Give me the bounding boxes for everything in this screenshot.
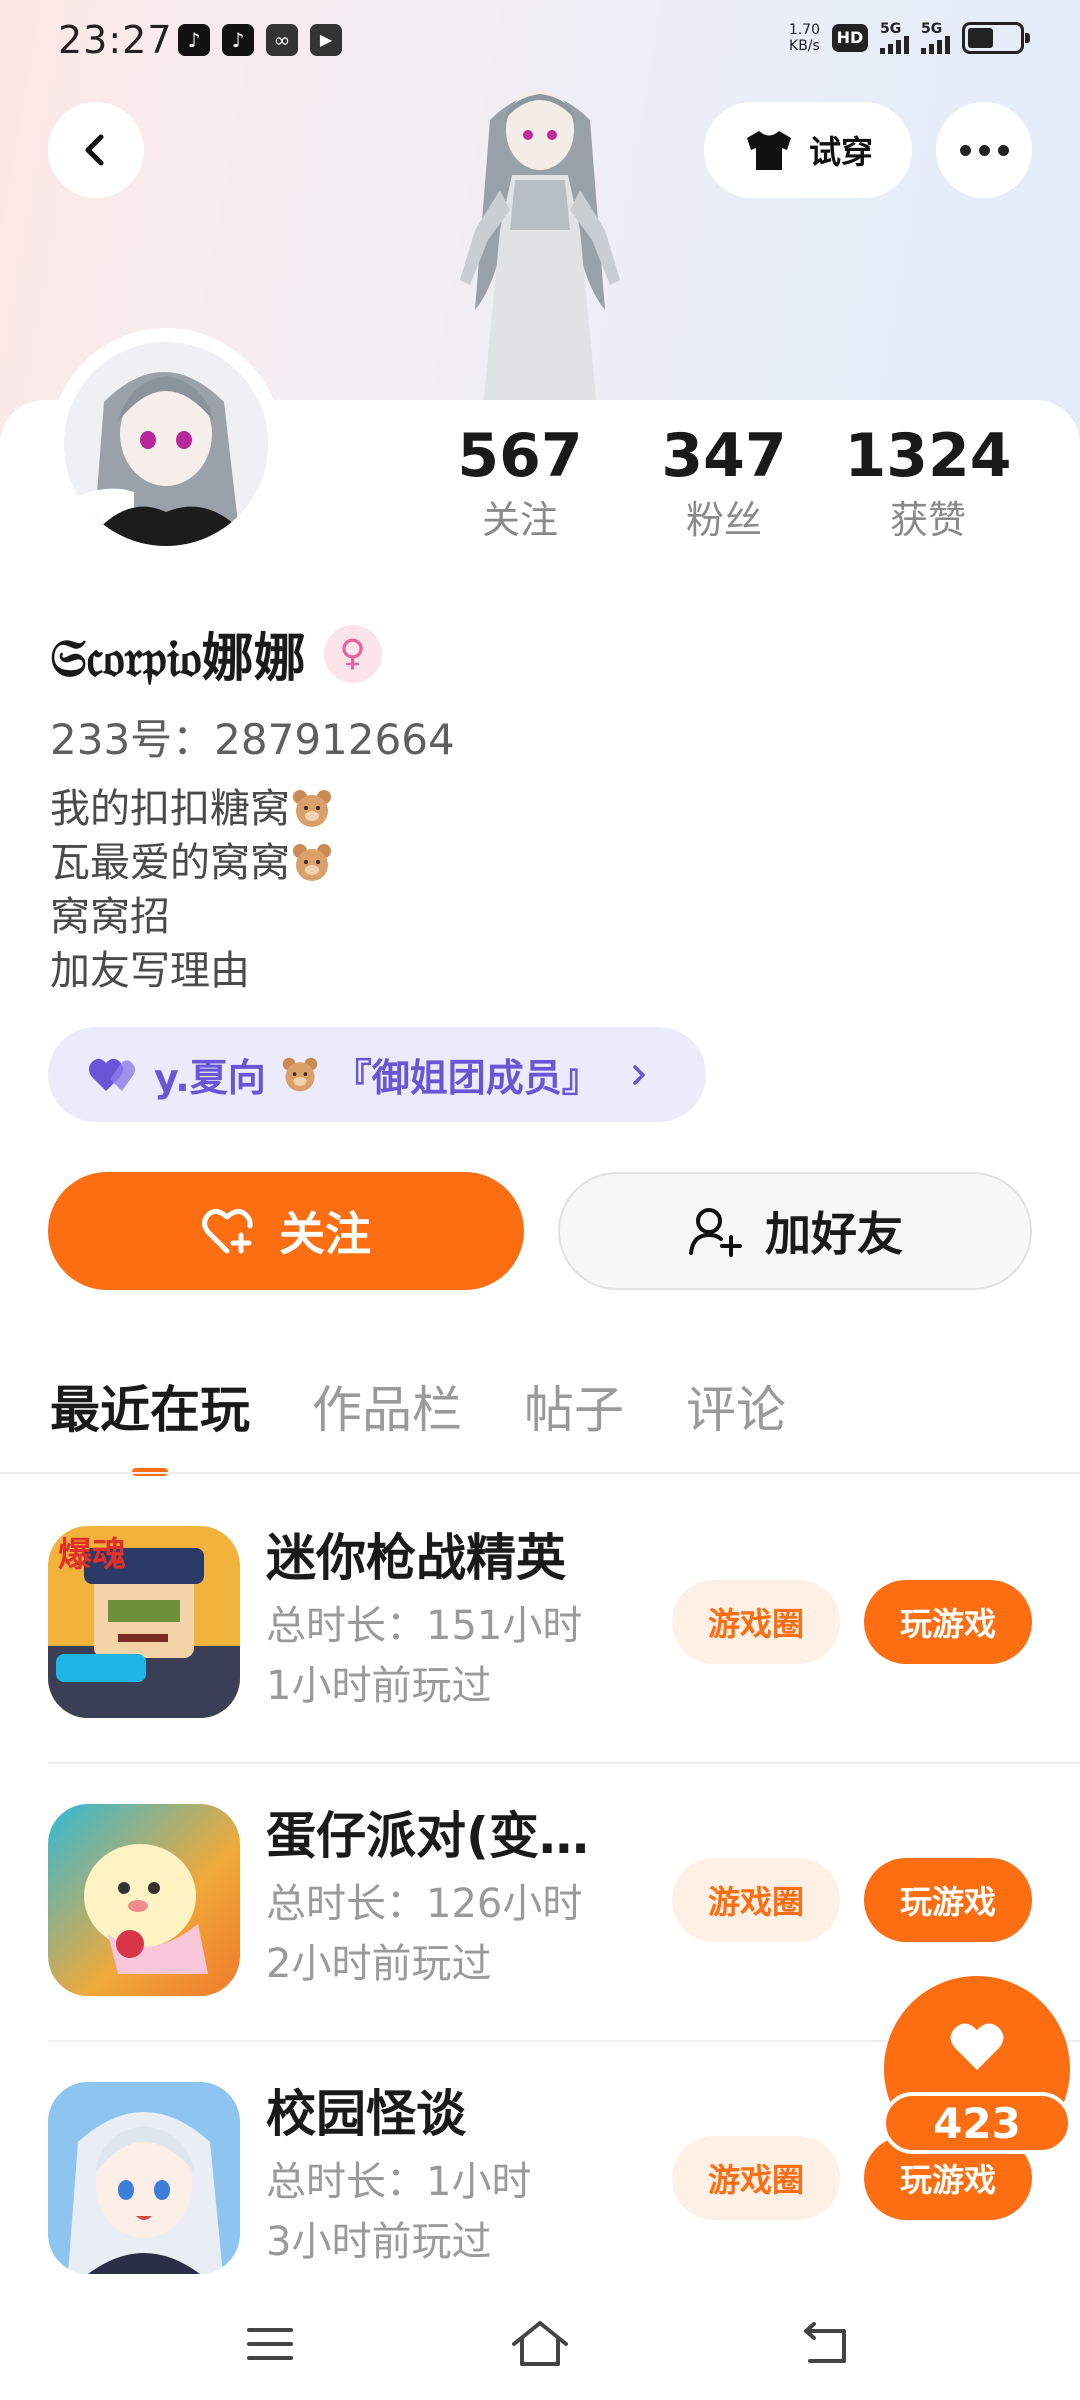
heart-plus-icon	[202, 1209, 253, 1254]
bio-line: 瓦最爱的窝窝	[50, 836, 334, 890]
play-icon: ▶	[310, 24, 342, 56]
bear-emoji-icon	[293, 790, 331, 827]
try-on-button[interactable]: 试穿	[704, 102, 912, 198]
user-id: 233号：287912664	[50, 715, 455, 764]
game-icon	[48, 1804, 240, 1996]
home-icon	[512, 2321, 568, 2366]
soul-icon: ∞	[266, 24, 298, 56]
game-row[interactable]: 爆魂 迷你枪战精英 总时长：151小时 1小时前玩过 游戏圈 玩游戏	[48, 1526, 1032, 1722]
stat-likes[interactable]: 1324 获赞	[826, 420, 1030, 548]
signal-icon-sim1: 5G	[880, 22, 909, 54]
bio: 我的扣扣糖窝 瓦最爱的窝窝 窝窝招 加友写理由	[50, 782, 334, 998]
back-nav-button[interactable]	[796, 2314, 856, 2374]
like-count: 423	[882, 2092, 1072, 2154]
game-icon: 爆魂	[48, 1526, 240, 1718]
tab-comments[interactable]: 评论	[686, 1370, 786, 1450]
game-icon-badge: 爆魂	[58, 1535, 126, 1575]
back-icon	[804, 2322, 846, 2363]
bio-line: 加友写理由	[50, 948, 250, 994]
game-total-time: 总时长：126小时	[266, 1881, 583, 1927]
game-circle-button[interactable]: 游戏圈	[672, 1580, 840, 1664]
heart-icon	[89, 1058, 135, 1091]
stat-following[interactable]: 567 关注	[418, 420, 622, 548]
hd-icon: HD	[832, 24, 868, 52]
group-tag-prefix: y.夏向	[154, 1056, 266, 1100]
avatar-image	[64, 342, 268, 546]
tab-posts[interactable]: 帖子	[524, 1370, 624, 1450]
back-button[interactable]	[48, 102, 144, 198]
game-total-time: 总时长：1小时	[266, 2159, 532, 2205]
game-name: 迷你枪战精英	[266, 1529, 566, 1587]
stat-followers[interactable]: 347 粉丝	[622, 420, 826, 548]
game-name: 蛋仔派对(变…	[266, 1807, 589, 1865]
try-on-label: 试穿	[808, 133, 873, 171]
profile-stats: 567 关注 347 粉丝 1324 获赞	[418, 420, 1030, 548]
chevron-left-icon	[85, 134, 104, 166]
more-dots-icon	[959, 144, 1009, 156]
game-icon	[48, 2082, 240, 2274]
net-speed: 1.70 KB/s	[788, 22, 820, 54]
play-game-button[interactable]: 玩游戏	[864, 1580, 1032, 1664]
game-total-time: 总时长：151小时	[266, 1603, 583, 1649]
battery-icon	[962, 22, 1030, 54]
bio-line: 窝窝招	[50, 894, 170, 940]
status-bar: 23:27 ♪ ♪ ∞ ▶ 1.70 KB/s HD 5G 5G	[0, 0, 1080, 84]
add-user-icon	[689, 1208, 742, 1257]
add-friend-button[interactable]: 加好友	[558, 1172, 1032, 1290]
tiktok-icon: ♪	[222, 24, 254, 56]
game-row[interactable]: 蛋仔派对(变… 总时长：126小时 2小时前玩过 游戏圈 玩游戏	[48, 1804, 1032, 2000]
signal-icon-sim2: 5G	[921, 22, 950, 54]
game-last-played: 2小时前玩过	[266, 1941, 492, 1987]
more-button[interactable]	[936, 102, 1032, 198]
username-row: 𝔖𝔠𝔬𝔯𝔭𝔦𝔬娜娜 ♀	[50, 616, 382, 691]
bio-line: 我的扣扣糖窝	[50, 782, 334, 836]
follow-label: 关注	[279, 1207, 371, 1261]
menu-icon	[247, 2328, 293, 2360]
avatar-3d-character	[460, 90, 620, 440]
chevron-right-icon	[632, 1064, 645, 1085]
profile-tabs: 最近在玩 作品栏 帖子 评论	[50, 1370, 786, 1476]
home-button[interactable]	[510, 2314, 570, 2374]
system-nav-bar	[0, 2290, 1080, 2400]
profile-screen: 23:27 ♪ ♪ ∞ ▶ 1.70 KB/s HD 5G 5G 试穿 567 …	[0, 0, 1080, 2400]
avatar[interactable]	[50, 328, 282, 560]
bear-emoji-icon	[282, 1057, 317, 1091]
status-time: 23:27	[58, 18, 173, 62]
tab-works[interactable]: 作品栏	[312, 1370, 462, 1450]
menu-button[interactable]	[240, 2314, 300, 2374]
follow-button[interactable]: 关注	[48, 1172, 524, 1290]
group-tag-title: 『御姐团成员』	[333, 1056, 600, 1100]
group-tag[interactable]: y.夏向 『御姐团成员』	[48, 1027, 706, 1122]
tab-divider	[0, 1472, 1080, 1474]
game-last-played: 3小时前玩过	[266, 2219, 492, 2265]
username: 𝔖𝔠𝔬𝔯𝔭𝔦𝔬娜娜	[50, 628, 306, 689]
heart-icon	[950, 2023, 1004, 2070]
tab-recently-played[interactable]: 最近在玩	[50, 1370, 250, 1476]
female-gender-icon: ♀	[323, 624, 382, 683]
game-circle-button[interactable]: 游戏圈	[672, 2136, 840, 2220]
bear-emoji-icon	[293, 844, 331, 881]
row-divider	[48, 1762, 1080, 1764]
game-circle-button[interactable]: 游戏圈	[672, 1858, 840, 1942]
game-last-played: 1小时前玩过	[266, 1663, 492, 1709]
tiktok-lite-icon: ♪	[178, 24, 210, 56]
tshirt-icon	[746, 131, 791, 170]
add-friend-label: 加好友	[765, 1207, 903, 1261]
game-name: 校园怪谈	[266, 2085, 466, 2143]
play-game-button[interactable]: 玩游戏	[864, 1858, 1032, 1942]
